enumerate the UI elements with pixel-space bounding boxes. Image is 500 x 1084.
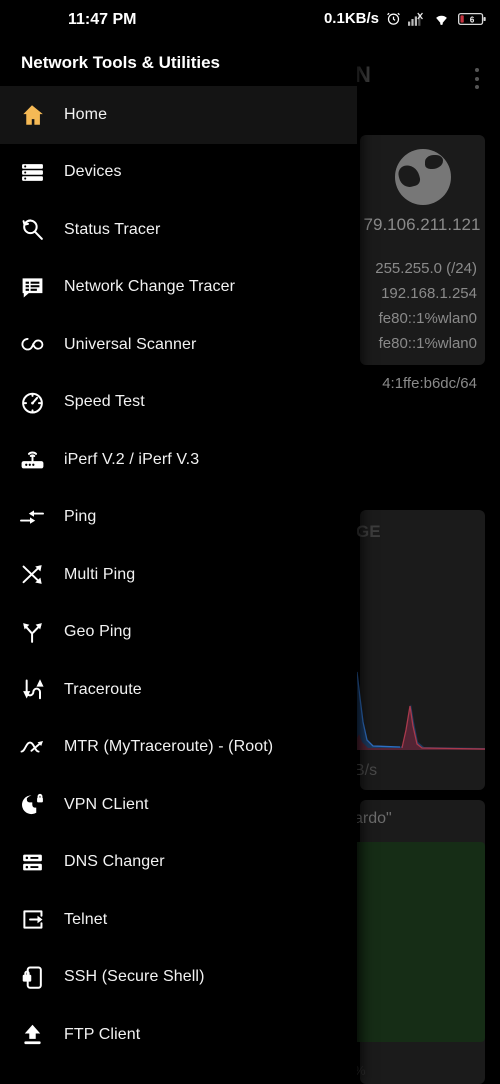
background-appbar-title: N: [355, 62, 372, 87]
drawer-item-label: iPerf V.2 / iPerf V.3: [64, 450, 200, 468]
drawer-item-label: Geo Ping: [64, 623, 132, 641]
traffic-graph: [339, 660, 486, 750]
drawer-item-network-change-tracer[interactable]: Network Change Tracer: [0, 259, 357, 317]
ip-info-card: 79.106.211.121 255.255.0 (/24) 192.168.1…: [360, 135, 485, 392]
drawer-item-label: MTR (MyTraceroute) - (Root): [64, 738, 274, 756]
chat-list-icon: [0, 275, 64, 300]
drawer-item-ssh-secure-shell[interactable]: SSH (Secure Shell): [0, 949, 357, 1007]
drawer-item-multi-ping[interactable]: Multi Ping: [0, 546, 357, 604]
public-ip-value: 79.106.211.121: [363, 215, 481, 234]
green-card-title: ardo": [354, 810, 392, 827]
traceroute-arrows-icon: [0, 677, 64, 702]
drawer-item-label: Home: [64, 105, 108, 123]
status-icons: 0.1KB/s 6: [324, 10, 486, 27]
drawer-item-label: SSH (Secure Shell): [64, 968, 205, 986]
fork-arrows-icon: [0, 620, 64, 645]
status-bar: 11:47 PM 0.1KB/s 6: [0, 0, 500, 40]
trend-line-icon: [0, 736, 64, 758]
traffic-usage-card: GE B/s: [339, 510, 486, 790]
drawer-item-label: Speed Test: [64, 393, 145, 411]
navigation-drawer: Network Tools & Utilities Home Devices S…: [0, 0, 357, 1084]
overflow-menu-icon[interactable]: [474, 68, 479, 89]
globe-icon: [395, 149, 451, 205]
network-speed-indicator: 0.1KB/s: [323, 10, 379, 27]
alarm-clock-icon: [386, 11, 401, 26]
drawer-item-label: DNS Changer: [64, 853, 165, 871]
drawer-title: Network Tools & Utilities: [21, 53, 220, 72]
drawer-menu-list: Home Devices Status Tracer Network Chang…: [0, 86, 357, 1064]
drawer-item-label: Status Tracer: [64, 220, 161, 238]
drawer-item-label: Multi Ping: [64, 565, 136, 583]
speedometer-icon: [0, 390, 64, 415]
drawer-item-status-tracer[interactable]: Status Tracer: [0, 201, 357, 259]
green-card-body: [350, 842, 485, 1042]
drawer-item-label: Traceroute: [64, 680, 142, 698]
drawer-item-universal-scanner[interactable]: Universal Scanner: [0, 316, 357, 374]
drawer-item-iperf-v-2-iperf-v-3[interactable]: iPerf V.2 / iPerf V.3: [0, 431, 357, 489]
drawer-item-home[interactable]: Home: [0, 86, 357, 144]
drawer-item-label: Devices: [64, 163, 122, 181]
drawer-item-label: VPN CLient: [64, 795, 149, 813]
drawer-item-label: Ping: [64, 508, 97, 526]
infinity-icon: [0, 331, 64, 358]
status-clock: 11:47 PM: [68, 11, 137, 28]
wifi-icon: [432, 11, 451, 26]
login-arrow-icon: [0, 907, 64, 932]
drawer-item-label: FTP Client: [64, 1025, 141, 1043]
search-refresh-icon: [0, 217, 64, 242]
phone-screen: N 79.106.211.121 255.255.0 (/24) 192.168…: [0, 0, 500, 1084]
cellular-signal-off-icon: [408, 12, 425, 26]
drawer-header: Network Tools & Utilities: [0, 40, 357, 86]
drawer-item-telnet[interactable]: Telnet: [0, 891, 357, 949]
netmask-value: 255.255.0 (/24): [375, 260, 477, 277]
home-icon: [0, 102, 64, 128]
drawer-item-dns-changer[interactable]: DNS Changer: [0, 834, 357, 892]
shuffle-arrows-icon: [0, 562, 64, 587]
devices-list-icon: [0, 160, 64, 185]
drawer-item-devices[interactable]: Devices: [0, 144, 357, 202]
ping-arrows-icon: [0, 506, 64, 528]
battery-low-icon: 6: [458, 12, 486, 26]
drawer-item-traceroute[interactable]: Traceroute: [0, 661, 357, 719]
ipv6-link-2-value: fe80::1%wlan0: [378, 335, 477, 352]
drawer-item-label: Universal Scanner: [64, 335, 197, 353]
traffic-unit-label: B/s: [354, 762, 378, 779]
drawer-item-ftp-client[interactable]: FTP Client: [0, 1006, 357, 1064]
upload-icon: [0, 1022, 64, 1047]
drawer-item-speed-test[interactable]: Speed Test: [0, 374, 357, 432]
phone-lock-icon: [0, 965, 64, 990]
drawer-item-geo-ping[interactable]: Geo Ping: [0, 604, 357, 662]
drawer-item-ping[interactable]: Ping: [0, 489, 357, 547]
green-status-card: ardo" %: [350, 800, 485, 1084]
svg-text:6: 6: [470, 15, 475, 24]
drawer-item-mtr-mytraceroute-root[interactable]: MTR (MyTraceroute) - (Root): [0, 719, 357, 777]
ipv6-link-1-value: fe80::1%wlan0: [378, 310, 477, 327]
gateway-value: 192.168.1.254: [381, 285, 477, 302]
server-stack-icon: [0, 850, 64, 875]
traffic-card-title: GE: [356, 522, 381, 541]
drawer-item-label: Network Change Tracer: [64, 278, 236, 296]
router-icon: [0, 447, 64, 472]
drawer-item-vpn-client[interactable]: VPN CLient: [0, 776, 357, 834]
globe-lock-icon: [0, 792, 64, 817]
drawer-item-label: Telnet: [64, 910, 108, 928]
ipv6-global-value: 4:1ffe:b6dc/64: [382, 375, 477, 392]
